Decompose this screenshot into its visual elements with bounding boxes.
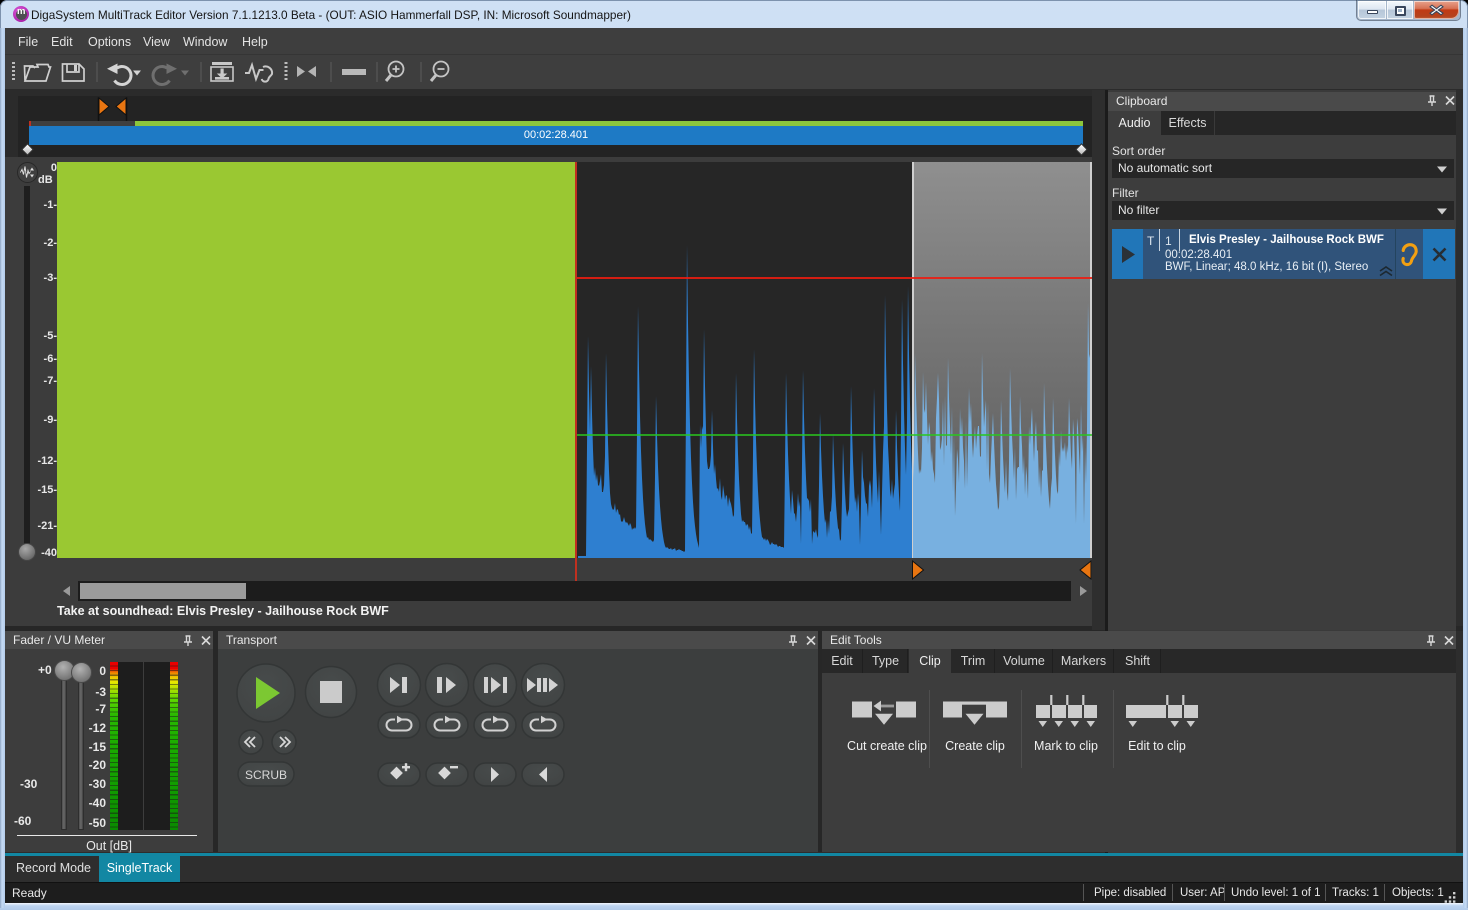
svg-text:SCRUB: SCRUB bbox=[245, 768, 287, 782]
